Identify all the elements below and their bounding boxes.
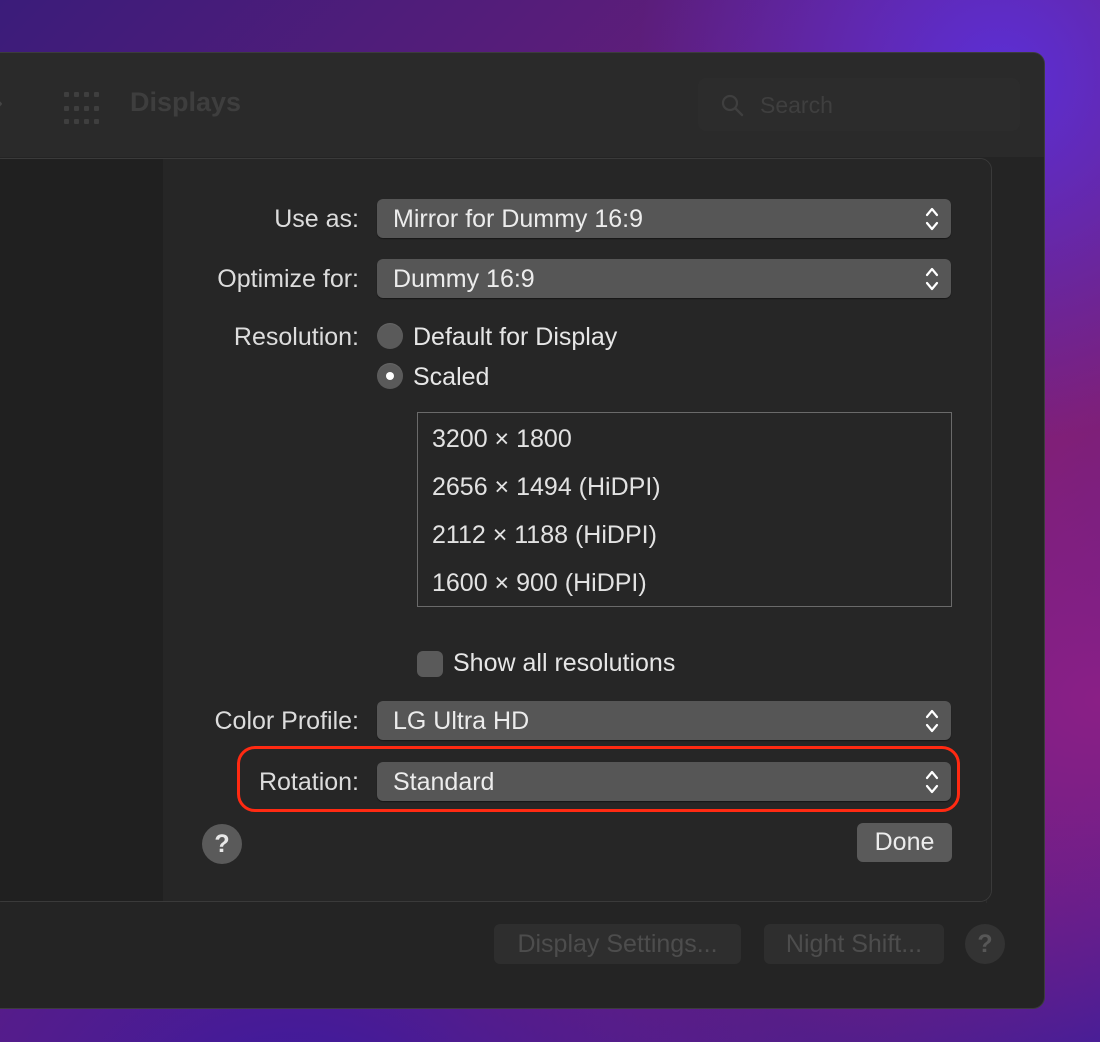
optimize-for-popup[interactable]: Dummy 16:9 (377, 259, 951, 298)
display-options-sheet: Use as: Mirror for Dummy 16:9 Optimize f… (0, 158, 992, 902)
help-button[interactable]: ? (202, 824, 242, 864)
window-help-button[interactable]: ? (965, 924, 1005, 964)
show-all-resolutions-checkbox[interactable] (417, 651, 443, 677)
use-as-value: Mirror for Dummy 16:9 (393, 205, 644, 233)
rotation-value: Standard (393, 768, 495, 796)
radio-default-for-display-label[interactable]: Default for Display (413, 323, 617, 352)
chevron-up-down-icon (925, 267, 939, 291)
use-as-popup[interactable]: Mirror for Dummy 16:9 (377, 199, 951, 238)
night-shift-button[interactable]: Night Shift... (764, 924, 944, 964)
search-icon (721, 94, 744, 117)
resolution-list[interactable]: 3200 × 1800 2656 × 1494 (HiDPI) 2112 × 1… (417, 412, 952, 607)
color-profile-label: Color Profile: (214, 707, 360, 735)
show-all-resolutions-label[interactable]: Show all resolutions (453, 649, 675, 678)
done-button[interactable]: Done (857, 823, 952, 862)
optimize-for-label: Optimize for: (217, 265, 359, 293)
forward-arrow-icon[interactable]: › (0, 89, 3, 117)
radio-default-for-display[interactable] (377, 323, 403, 349)
chevron-up-down-icon (925, 207, 939, 231)
color-profile-popup[interactable]: LG Ultra HD (377, 701, 951, 740)
search-input[interactable] (758, 78, 1012, 133)
rotation-popup[interactable]: Standard (377, 762, 951, 801)
list-item[interactable]: 2656 × 1494 (HiDPI) (432, 473, 661, 502)
list-item[interactable]: 1600 × 900 (HiDPI) (432, 569, 647, 598)
chevron-up-down-icon (925, 770, 939, 794)
title-bar: › Displays (0, 53, 1044, 157)
use-as-label: Use as: (274, 205, 359, 233)
rotation-label: Rotation: (258, 768, 359, 796)
search-field[interactable] (698, 78, 1020, 133)
radio-scaled-label[interactable]: Scaled (413, 363, 489, 392)
window-title: Displays (130, 87, 242, 117)
display-settings-button[interactable]: Display Settings... (494, 924, 741, 964)
optimize-for-value: Dummy 16:9 (393, 265, 535, 293)
show-all-grid-icon[interactable] (63, 91, 101, 129)
list-item[interactable]: 3200 × 1800 (432, 425, 572, 454)
color-profile-value: LG Ultra HD (393, 707, 530, 735)
resolution-label: Resolution: (233, 323, 359, 351)
radio-scaled[interactable] (377, 363, 403, 389)
list-item[interactable]: 2112 × 1188 (HiDPI) (432, 521, 657, 550)
chevron-up-down-icon (925, 709, 939, 733)
